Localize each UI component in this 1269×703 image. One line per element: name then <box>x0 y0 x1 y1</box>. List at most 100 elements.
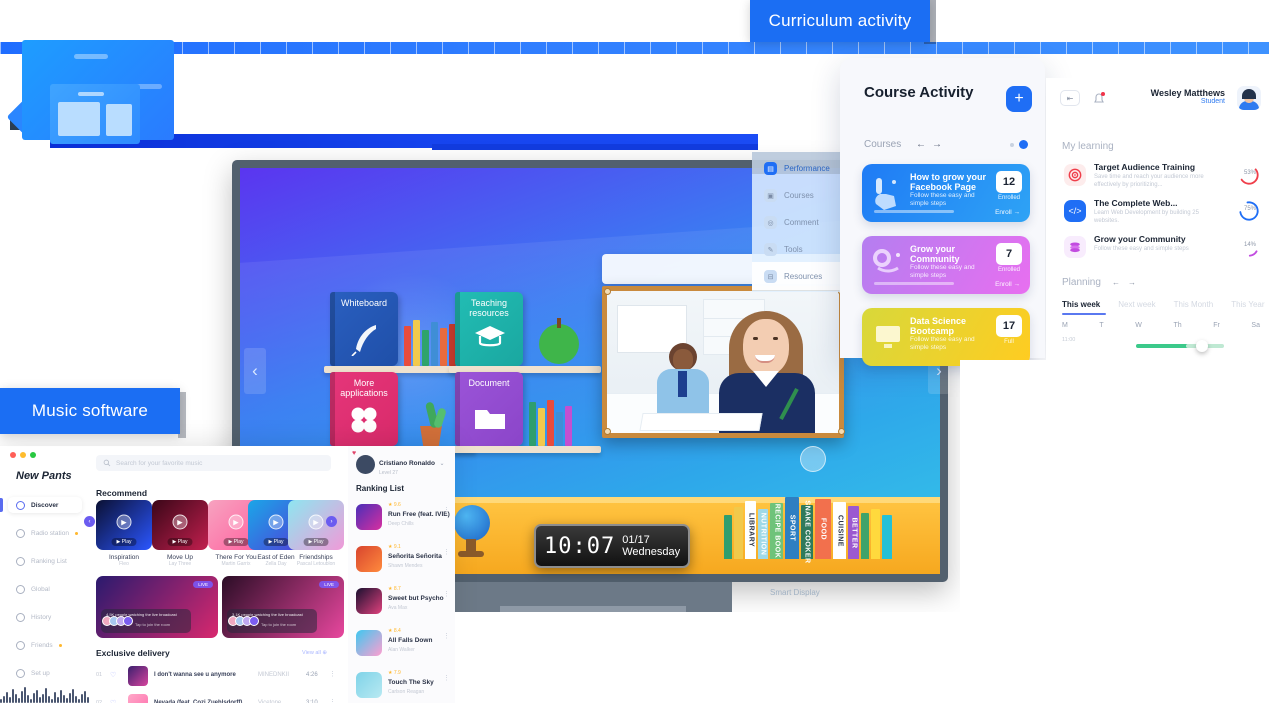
live-sub: Tap to join the room <box>261 622 297 627</box>
music-nav-radio-station[interactable]: Radio station <box>8 525 82 541</box>
recommend-card[interactable]: ▶ ▶ Play <box>96 500 152 550</box>
waveform-bar <box>18 698 20 703</box>
app-shelf-document[interactable]: Document <box>449 372 605 453</box>
notification-bell-icon[interactable] <box>1092 90 1106 106</box>
recommend-next-button[interactable]: › <box>326 516 337 527</box>
waveform-bar <box>48 696 50 703</box>
bottom-white-mask <box>455 612 1269 703</box>
music-nav-friends[interactable]: Friends <box>8 637 82 653</box>
music-nav-label: History <box>31 613 52 621</box>
course-card-facebook[interactable]: How to grow your Facebook Page Follow th… <box>862 164 1030 222</box>
recommend-prev-button[interactable]: ‹ <box>84 516 95 527</box>
tab-next-week[interactable]: Next week <box>1118 300 1155 309</box>
music-nav-global[interactable]: Global <box>8 581 82 597</box>
chevron-down-icon[interactable]: ⌄ <box>439 461 444 467</box>
courses-next-button[interactable]: → <box>932 139 942 150</box>
music-nav-history[interactable]: History <box>8 609 82 625</box>
shelf-book: RECIPE BOOK <box>770 503 783 559</box>
sidebar-active-accent <box>0 498 3 512</box>
week-day: M <box>1062 322 1068 329</box>
track-artist: MINEDNKII <box>258 672 290 678</box>
exclusive-track-row[interactable]: 01 ♡ I don't wanna see u anymore MINEDNKII 4… <box>96 664 336 690</box>
ranking-row[interactable]: ★ 9.6 Run Free (feat. IVIE) Deep Chills ⋮ <box>356 502 450 542</box>
heart-icon[interactable]: ♡ <box>110 671 116 679</box>
exclusive-track-row[interactable]: 02♡Nevada (feat. Cozi Zuehlsdorff)Viceto… <box>96 692 336 703</box>
course-card-datascience[interactable]: Data Science Bootcamp Follow these easy … <box>862 308 1030 366</box>
avatar[interactable] <box>1237 86 1261 110</box>
music-nav-discover[interactable]: Discover <box>8 497 82 513</box>
heart-icon[interactable]: ♡ <box>110 699 116 703</box>
more-options-icon[interactable]: ⋮ <box>443 632 450 640</box>
track-score: ★ 7.9 <box>388 670 401 676</box>
sidebar-label-performance: Performance <box>784 164 830 173</box>
exclusive-view-all[interactable]: View all ⊕ <box>302 650 327 656</box>
live-broadcast-card[interactable]: LIVE 3.1K people watching the live broadc… <box>222 576 344 638</box>
sidebar-item-performance[interactable]: ▤ Performance <box>764 162 830 175</box>
classroom-video[interactable] <box>607 291 839 433</box>
shelf-book-label: NUTRITION <box>759 512 767 556</box>
course-count-label: Enrolled <box>997 195 1020 201</box>
sidebar-item-tools[interactable]: ✎ Tools <box>764 243 803 256</box>
add-course-button[interactable]: + <box>1006 86 1032 112</box>
course-subtitle: Follow these easy and simple steps <box>910 264 975 279</box>
recommend-title: Recommend <box>96 488 148 498</box>
week-day: T <box>1099 322 1104 329</box>
more-options-icon[interactable]: ⋮ <box>443 506 450 514</box>
sidebar-item-courses[interactable]: ▣ Courses <box>764 189 814 202</box>
schedule-handle[interactable] <box>1196 340 1208 352</box>
avatar <box>356 454 375 474</box>
waveform-bar <box>66 698 68 703</box>
user-role: Student <box>1200 98 1225 105</box>
planning-prev-button[interactable]: ← <box>1112 278 1120 287</box>
ranking-row[interactable]: ★ 8.7 Sweet but Psycho Ava Max ⋮ <box>356 586 450 626</box>
course-enroll-action[interactable]: Enroll → <box>995 209 1020 216</box>
carousel-dot-2-active[interactable] <box>1019 140 1028 149</box>
more-options-icon[interactable]: ⋮ <box>329 698 336 703</box>
music-search-bar[interactable]: Search for your favorite music <box>96 455 331 471</box>
window-controls[interactable] <box>10 452 36 458</box>
live-broadcast-card[interactable]: LIVE 4.5K people watching the live broadc… <box>96 576 218 638</box>
play-icon[interactable]: ▶ <box>228 514 244 530</box>
tab-this-week[interactable]: This week <box>1062 300 1100 309</box>
recommend-card[interactable]: ▶ ▶ Play <box>152 500 208 550</box>
music-nav-set-up[interactable]: Set up <box>8 665 82 681</box>
sidebar-item-resources[interactable]: ⊟ Resources <box>764 270 822 283</box>
courses-prev-button[interactable]: ← <box>916 139 926 150</box>
board-round-button[interactable] <box>800 446 826 472</box>
clock-time: 10:07 <box>544 533 616 559</box>
more-options-icon[interactable]: ⋮ <box>329 670 336 678</box>
play-icon[interactable]: ▶ <box>268 514 284 530</box>
play-icon[interactable]: ▶ <box>172 514 188 530</box>
music-app-title: New Pants <box>16 470 72 482</box>
collage-root: Whiteboard Teaching resources More appli… <box>0 0 1269 703</box>
tab-this-year[interactable]: This Year <box>1231 300 1264 309</box>
learning-item-grow-community[interactable]: Grow your Community Follow these easy an… <box>1064 234 1260 266</box>
live-tag: LIVE <box>193 581 213 588</box>
more-options-icon[interactable]: ⋮ <box>443 548 450 556</box>
carousel-dot-1[interactable] <box>1010 143 1014 147</box>
ranking-row[interactable]: ★ 9.1 Señorita Señorita Shawn Mendes ⋮ <box>356 544 450 584</box>
sidebar-item-comment[interactable]: ◎ Comment <box>764 216 819 229</box>
flower-grid-icon <box>351 407 377 433</box>
play-icon[interactable]: ▶ <box>116 514 132 530</box>
tab-this-month[interactable]: This Month <box>1174 300 1214 309</box>
course-count-label: Full <box>1004 339 1014 345</box>
waveform-bar <box>33 693 35 703</box>
music-nav-label: Friends <box>31 641 53 649</box>
monitor-illustration-icon <box>876 326 900 348</box>
course-enroll-action[interactable]: Enroll → <box>995 281 1020 288</box>
back-arrow-icon[interactable]: ⇤ <box>1060 90 1080 106</box>
learning-item-target-audience[interactable]: Target Audience Training Save time and r… <box>1064 162 1260 194</box>
ranking-row[interactable]: ★ 7.9 Touch The Sky Carlson Reagan ⋮ <box>356 670 450 703</box>
learning-item-complete-web[interactable]: </> The Complete Web... Learn Web Develo… <box>1064 198 1260 230</box>
ranking-row[interactable]: ★ 8.4 All Falls Down Alan Walker ⋮ <box>356 628 450 668</box>
more-options-icon[interactable]: ⋮ <box>443 590 450 598</box>
board-prev-arrow[interactable]: ‹ <box>244 348 266 394</box>
music-user-profile[interactable]: ♥ Cristiano Ronaldo ⌄ Level 27 <box>352 450 444 476</box>
app-shelf-teaching-resources[interactable]: Teaching resources <box>449 292 605 373</box>
play-icon[interactable]: ▶ <box>308 514 324 530</box>
planning-next-button[interactable]: → <box>1128 278 1136 287</box>
more-options-icon[interactable]: ⋮ <box>443 674 450 682</box>
music-nav-ranking-list[interactable]: Ranking List <box>8 553 82 569</box>
course-card-community[interactable]: Grow your Community Follow these easy an… <box>862 236 1030 294</box>
